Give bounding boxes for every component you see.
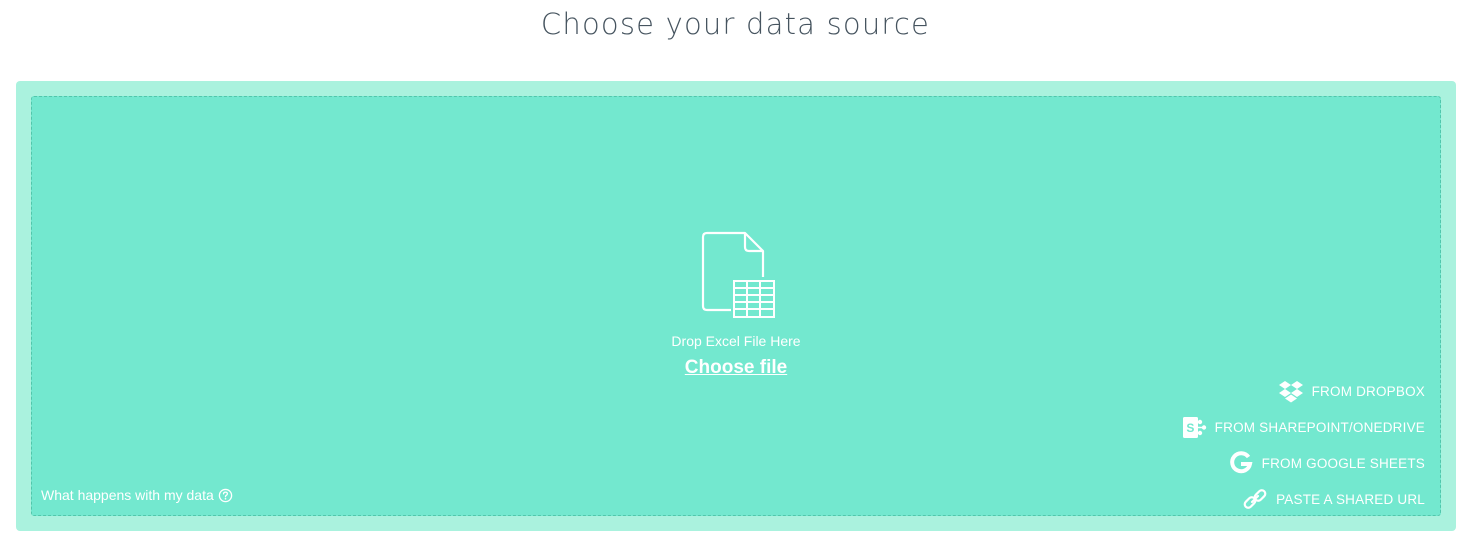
source-sharepoint[interactable]: S FROM SHAREPOINT/ONEDRIVE <box>1105 409 1425 445</box>
file-drop-zone[interactable]: Drop Excel File Here Choose file What ha… <box>31 96 1441 516</box>
source-shared-url-label: PASTE A SHARED URL <box>1276 491 1425 507</box>
data-privacy-link[interactable]: What happens with my data <box>41 487 233 504</box>
source-shared-url[interactable]: PASTE A SHARED URL <box>1105 481 1425 517</box>
source-sharepoint-label: FROM SHAREPOINT/ONEDRIVE <box>1214 419 1425 435</box>
data-source-panel: Drop Excel File Here Choose file What ha… <box>16 81 1456 531</box>
link-icon <box>1242 486 1268 512</box>
source-google-sheets-label: FROM GOOGLE SHEETS <box>1261 455 1425 471</box>
svg-text:S: S <box>1186 421 1194 435</box>
dropbox-icon <box>1278 378 1304 404</box>
google-icon <box>1228 450 1254 476</box>
sharepoint-icon: S <box>1181 414 1207 440</box>
source-google-sheets[interactable]: FROM GOOGLE SHEETS <box>1105 445 1425 481</box>
drop-file-hint: Drop Excel File Here <box>671 333 801 349</box>
source-dropbox-label: FROM DROPBOX <box>1311 383 1425 399</box>
page-title: Choose your data source <box>540 7 931 41</box>
source-dropbox[interactable]: FROM DROPBOX <box>1105 373 1425 409</box>
source-options: FROM DROPBOX S FROM SHAREPOINT/ONEDRIVE <box>1105 373 1425 517</box>
choose-file-link[interactable]: Choose file <box>586 356 886 380</box>
data-privacy-label: What happens with my data <box>41 487 214 503</box>
question-circle-icon <box>218 488 233 503</box>
excel-file-icon <box>697 229 777 325</box>
